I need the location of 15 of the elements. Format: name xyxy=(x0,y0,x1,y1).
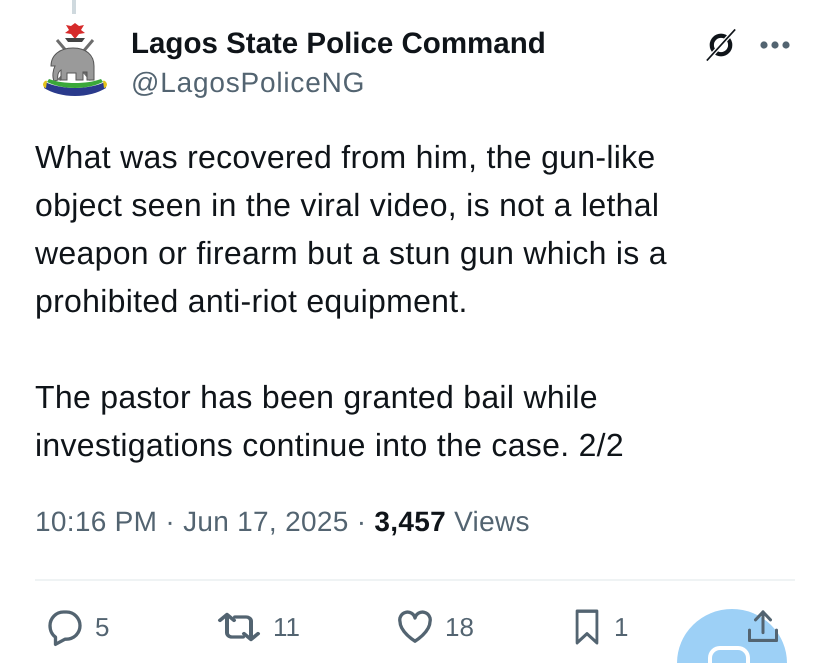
post-time[interactable]: 10:16 PM xyxy=(35,506,158,537)
like-button[interactable]: 18 xyxy=(395,605,474,649)
reply-button[interactable]: 5 xyxy=(45,605,110,649)
view-count[interactable]: 3,457 Views xyxy=(374,506,530,537)
post-date[interactable]: Jun 17, 2025 xyxy=(183,506,349,537)
account-name[interactable]: Lagos State Police Command xyxy=(131,26,546,61)
repost-button[interactable]: 11 xyxy=(215,605,300,649)
post-text: The pastor has been granted bail while investigations continue into the case. 2/2 xyxy=(35,378,625,465)
separator-dot: · xyxy=(165,506,175,537)
post-text: What was recovered from him, the gun-like object seen in the viral video, is not a lethal weapon or firearm but a stun gun which is a prohibited anti-riot equipment. xyxy=(35,138,668,321)
account-handle[interactable]: @LagosPoliceNG xyxy=(131,66,546,100)
separator-dot: · xyxy=(356,506,366,537)
slashed-circle-icon[interactable] xyxy=(704,28,738,62)
bookmark-button[interactable]: 1 xyxy=(570,605,628,649)
more-icon[interactable] xyxy=(760,41,790,49)
